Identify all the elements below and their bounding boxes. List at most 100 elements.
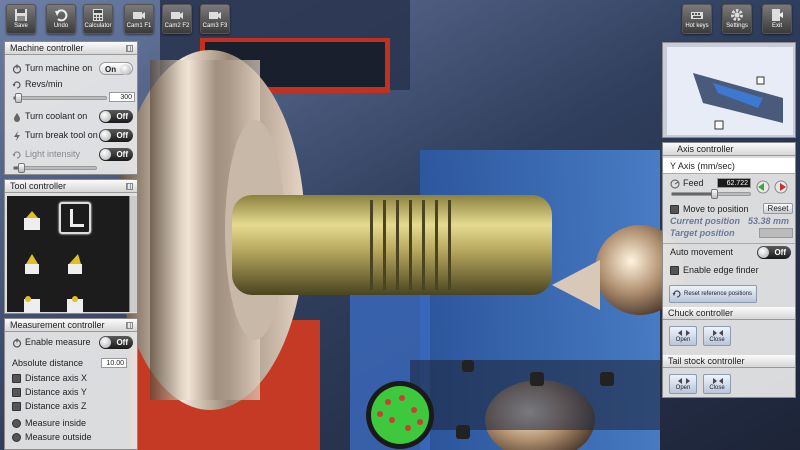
light-row: Light intensity Off (5, 146, 137, 162)
tool-6-icon[interactable] (64, 291, 86, 313)
chuck-open-icon (678, 330, 690, 336)
gauge-icon (670, 179, 680, 189)
cam3-button[interactable]: Cam3 F3 (200, 4, 230, 34)
undo-label: Undo (53, 23, 69, 29)
light-slider-knob[interactable] (18, 163, 26, 173)
axis-z-row[interactable]: Distance axis Z (5, 398, 137, 414)
tool-4-icon[interactable] (64, 252, 86, 274)
calculator-button[interactable]: Calculator (83, 4, 113, 34)
cam2-label: Cam2 F2 (164, 23, 190, 29)
coolant-row: Turn coolant on Off (5, 108, 137, 124)
cam1-button[interactable]: Cam1 F1 (124, 4, 154, 34)
axis-controller-header[interactable]: Axis controller (663, 143, 795, 156)
auto-movement-toggle[interactable]: Off (757, 246, 791, 259)
measure-inside-radio[interactable] (12, 419, 21, 429)
exit-button[interactable]: Exit (762, 4, 792, 34)
save-label: Save (14, 23, 28, 29)
feed-slider-knob[interactable] (710, 189, 718, 199)
light-toggle[interactable]: Off (99, 148, 133, 161)
axis-controller-title: Axis controller (677, 144, 734, 154)
drop-icon (14, 112, 20, 122)
hotkeys-label: Hot keys (685, 23, 709, 29)
camera-icon (209, 12, 221, 19)
revs-slider-knob[interactable] (14, 93, 22, 103)
save-button[interactable]: Save (6, 4, 36, 34)
enable-measure-label: Enable measure (25, 337, 91, 347)
tailstock-close-button[interactable]: Close (703, 374, 731, 394)
tool-1-icon[interactable] (21, 208, 43, 230)
turn-machine-row: Turn machine on On (5, 60, 137, 76)
feed-negative-arrow-icon[interactable] (755, 180, 771, 194)
axis-y-checkbox[interactable] (12, 388, 21, 398)
exit-door-icon (772, 9, 783, 21)
tailstock-controller-header[interactable]: Tail stock controller (663, 355, 795, 368)
axis-z-checkbox[interactable] (12, 402, 21, 412)
settings-button[interactable]: Settings (722, 4, 752, 34)
enable-measure-state: Off (116, 338, 128, 347)
machine-controller-header[interactable]: Machine controller (5, 42, 137, 55)
lightning-icon (14, 130, 20, 141)
settings-label: Settings (726, 23, 748, 29)
abs-distance-label: Absolute distance (12, 358, 84, 368)
light-label: Light intensity (25, 149, 81, 159)
reset-reference-button[interactable]: Reset reference positions (669, 285, 757, 303)
axis-x-checkbox[interactable] (12, 374, 21, 384)
edge-finder-checkbox[interactable] (670, 266, 679, 276)
break-tool-state: Off (116, 131, 128, 140)
tailstock-open-button[interactable]: Open (669, 374, 697, 394)
panel-grip-icon[interactable] (126, 322, 133, 329)
panel-grip-icon[interactable] (126, 183, 133, 190)
revs-slider[interactable] (13, 93, 107, 103)
feed-slider[interactable] (671, 189, 751, 199)
break-tool-toggle[interactable]: Off (99, 129, 133, 142)
machine-controller-title: Machine controller (10, 43, 84, 53)
measure-outside-row[interactable]: Measure outside (5, 429, 137, 445)
turn-machine-label: Turn machine on (25, 63, 93, 73)
tool-controller-header[interactable]: Tool controller (5, 180, 137, 193)
panel-grip-icon[interactable] (126, 45, 133, 52)
turn-machine-state: On (105, 65, 117, 74)
feed-value[interactable]: 62.722 (717, 178, 751, 188)
feed-positive-arrow-icon[interactable] (773, 180, 789, 194)
axis-mode-select[interactable]: Y Axis (mm/sec) (663, 158, 795, 174)
edge-finder-row[interactable]: Enable edge finder (663, 262, 795, 278)
cam2-button[interactable]: Cam2 F2 (162, 4, 192, 34)
measure-outside-radio[interactable] (12, 433, 21, 443)
revs-row: Revs/min (5, 76, 137, 92)
enable-measure-toggle[interactable]: Off (99, 336, 133, 349)
measurement-controller-header[interactable]: Measurement controller (5, 319, 137, 332)
break-tool-row: Turn break tool on Off (5, 127, 137, 143)
gear-icon (731, 9, 743, 21)
chuck-open-label: Open (675, 337, 691, 343)
minimap-view[interactable] (663, 43, 796, 138)
tool-3-icon[interactable] (21, 252, 43, 274)
chuck-close-label: Close (709, 337, 725, 343)
measure-outside-label: Measure outside (25, 432, 92, 442)
minimap-panel[interactable] (662, 42, 796, 138)
turn-machine-toggle[interactable]: On (99, 62, 133, 75)
cam3-label: Cam3 F3 (202, 23, 228, 29)
abs-distance-value[interactable]: 10.00 (101, 358, 127, 368)
light-slider[interactable] (13, 163, 97, 173)
chuck-open-button[interactable]: Open (669, 326, 697, 346)
axis-y-label: Distance axis Y (25, 387, 87, 397)
chuck-controller-header[interactable]: Chuck controller (663, 307, 795, 320)
target-position-input[interactable] (759, 228, 793, 238)
measurement-controller-panel: Measurement controller Enable measure Of… (4, 318, 138, 450)
chuck-controller-title: Chuck controller (668, 308, 734, 318)
feed-slider-fill (672, 193, 715, 195)
revs-label: Revs/min (25, 79, 63, 89)
tailstock-close-icon (713, 378, 723, 384)
light-state: Off (116, 150, 128, 159)
camera-icon (133, 12, 145, 19)
coolant-label: Turn coolant on (25, 111, 88, 121)
tool-2-icon[interactable] (64, 207, 86, 229)
coolant-toggle[interactable]: Off (99, 110, 133, 123)
chuck-close-button[interactable]: Close (703, 326, 731, 346)
undo-button[interactable]: Undo (46, 4, 76, 34)
hotkeys-button[interactable]: Hot keys (682, 4, 712, 34)
axis-x-label: Distance axis X (25, 373, 88, 383)
tool-scrollbar[interactable] (129, 196, 137, 312)
tool-5-icon[interactable] (21, 291, 43, 313)
calculator-icon (93, 9, 103, 21)
